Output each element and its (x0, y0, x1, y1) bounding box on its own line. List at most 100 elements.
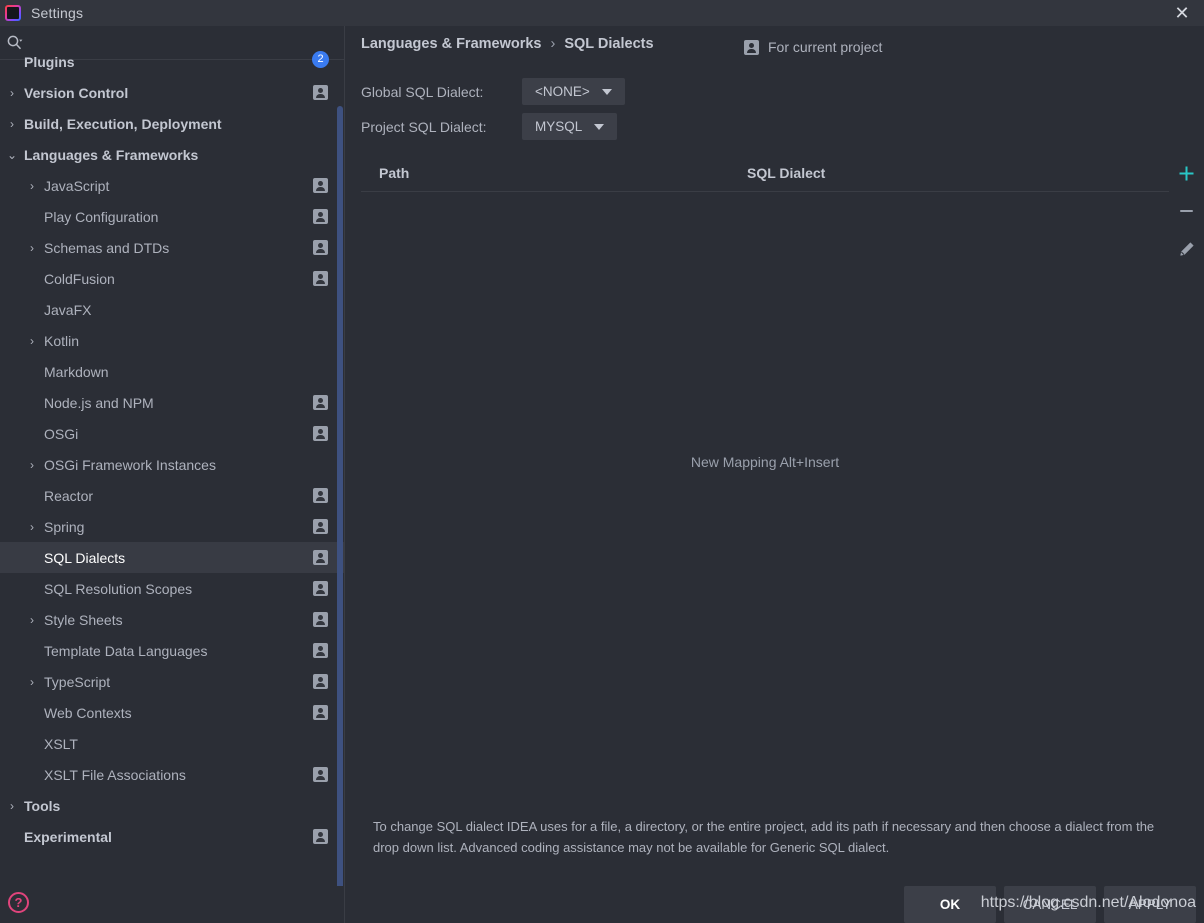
sidebar-item-label: Template Data Languages (44, 642, 208, 659)
chevron-right-icon[interactable]: › (26, 676, 38, 688)
sidebar-item-languages-frameworks[interactable]: ⌄ Languages & Frameworks (0, 139, 345, 170)
empty-state-text: New Mapping Alt+Insert (690, 454, 840, 470)
chevron-right-icon[interactable]: › (26, 242, 38, 254)
sidebar-item-label: Tools (24, 797, 61, 814)
dialog-buttons: OK CANCEL APPLY (904, 886, 1196, 923)
chevron-right-icon[interactable]: › (6, 118, 18, 130)
sidebar-item-tools[interactable]: › Tools (0, 790, 345, 821)
help-question-icon[interactable]: ? (8, 892, 29, 913)
sidebar-item-label: TypeScript (44, 673, 111, 690)
sidebar-item-spring[interactable]: › Spring (0, 511, 345, 542)
person-badge-icon (313, 767, 328, 782)
sidebar-item-xslt-file-associations[interactable]: XSLT File Associations (0, 759, 345, 790)
sidebar-item-label: XSLT (44, 735, 78, 752)
sidebar-item-coldfusion[interactable]: ColdFusion (0, 263, 345, 294)
global-sql-dialect-dropdown[interactable]: <NONE> (522, 78, 625, 105)
chevron-right-icon[interactable]: › (6, 800, 18, 812)
sidebar-item-label: XSLT File Associations (44, 766, 186, 783)
sidebar-item-javafx[interactable]: JavaFX (0, 294, 345, 325)
chevron-right-icon[interactable]: › (26, 459, 38, 471)
person-badge-icon (313, 550, 328, 565)
sidebar-item-label: SQL Dialects (44, 549, 126, 566)
sidebar-scrollbar[interactable] (337, 106, 343, 886)
chevron-right-icon[interactable]: › (26, 180, 38, 192)
breadcrumb-parent[interactable]: Languages & Frameworks (361, 36, 542, 52)
sidebar-item-label: SQL Resolution Scopes (44, 580, 193, 597)
person-badge-icon (313, 271, 328, 286)
column-header-sql-dialect[interactable]: SQL Dialect (747, 165, 825, 181)
sidebar-item-label: OSGi Framework Instances (44, 456, 216, 473)
sidebar-item-xslt[interactable]: XSLT (0, 728, 345, 759)
sidebar-item-label: Kotlin (44, 332, 80, 349)
for-current-project-text: For current project (768, 39, 883, 55)
sidebar-item-label: Play Configuration (44, 208, 159, 225)
sidebar-item-web-contexts[interactable]: Web Contexts (0, 697, 345, 728)
update-count-badge: 2 (312, 51, 329, 68)
chevron-right-icon[interactable]: › (6, 87, 18, 99)
global-sql-dialect-row: Global SQL Dialect: <NONE> (361, 78, 625, 105)
person-badge-icon (313, 829, 328, 844)
sidebar-item-label: Style Sheets (44, 611, 123, 628)
chevron-right-icon[interactable]: › (26, 335, 38, 347)
settings-sidebar: Plugins 2 › Version Control › Build, Executio… (0, 26, 345, 923)
sidebar-item-label: Build, Execution, Deployment (24, 115, 222, 132)
close-icon[interactable]: ✕ (1160, 0, 1204, 26)
table-action-buttons (1169, 154, 1204, 268)
sidebar-item-label: Schemas and DTDs (44, 239, 170, 256)
sidebar-item-sql-dialects[interactable]: SQL Dialects (0, 542, 345, 573)
person-badge-icon (313, 488, 328, 503)
sidebar-item-template-data-languages[interactable]: Template Data Languages (0, 635, 345, 666)
sidebar-item-label: Markdown (44, 363, 109, 380)
person-badge-icon (313, 395, 328, 410)
person-badge-icon (313, 178, 328, 193)
pencil-icon[interactable] (1169, 230, 1204, 268)
person-badge-icon (313, 674, 328, 689)
ok-button[interactable]: OK (904, 886, 996, 923)
project-sql-dialect-dropdown[interactable]: MYSQL (522, 113, 618, 140)
global-sql-dialect-value: <NONE> (535, 84, 590, 99)
window-title: Settings (31, 5, 84, 21)
dialect-mappings-table: Path SQL Dialect New Mapping Alt+Insert (361, 154, 1169, 814)
breadcrumb-separator-icon: › (550, 36, 556, 52)
sidebar-item-reactor[interactable]: Reactor (0, 480, 345, 511)
cancel-button[interactable]: CANCEL (1004, 886, 1096, 923)
sidebar-item-javascript[interactable]: › JavaScript (0, 170, 345, 201)
global-sql-dialect-label: Global SQL Dialect: (361, 83, 484, 100)
sidebar-item-label: Plugins (24, 53, 75, 70)
column-header-path[interactable]: Path (379, 165, 747, 181)
sidebar-item-play-configuration[interactable]: Play Configuration (0, 201, 345, 232)
sidebar-item-experimental[interactable]: Experimental (0, 821, 345, 852)
sidebar-item-markdown[interactable]: Markdown (0, 356, 345, 387)
sidebar-item-schemas-and-dtds[interactable]: › Schemas and DTDs (0, 232, 345, 263)
chevron-down-icon (601, 88, 612, 95)
sidebar-item-label: Spring (44, 518, 85, 535)
apply-button[interactable]: APPLY (1104, 886, 1196, 923)
plus-icon[interactable] (1169, 154, 1204, 192)
sidebar-item-label: Version Control (24, 84, 129, 101)
sidebar-item-osgi-framework-instances[interactable]: › OSGi Framework Instances (0, 449, 345, 480)
chevron-down-icon[interactable]: ⌄ (6, 149, 18, 161)
sidebar-item-plugins[interactable]: Plugins 2 (0, 46, 345, 77)
intellij-idea-logo-icon (5, 5, 21, 21)
sidebar-item-build-execution-deployment[interactable]: › Build, Execution, Deployment (0, 108, 345, 139)
table-body[interactable]: New Mapping Alt+Insert (361, 192, 1169, 812)
person-badge-icon (313, 85, 328, 100)
sidebar-item-typescript[interactable]: › TypeScript (0, 666, 345, 697)
sidebar-item-kotlin[interactable]: › Kotlin (0, 325, 345, 356)
person-badge-icon (313, 612, 328, 627)
chevron-right-icon[interactable]: › (26, 521, 38, 533)
sidebar-item-node-js-and-npm[interactable]: Node.js and NPM (0, 387, 345, 418)
sidebar-item-version-control[interactable]: › Version Control (0, 77, 345, 108)
chevron-right-icon[interactable]: › (26, 614, 38, 626)
person-badge-icon (313, 240, 328, 255)
sidebar-item-osgi[interactable]: OSGi (0, 418, 345, 449)
settings-tree[interactable]: Plugins 2 › Version Control › Build, Executio… (0, 46, 345, 886)
project-sql-dialect-value: MYSQL (535, 119, 583, 134)
minus-icon[interactable] (1169, 192, 1204, 230)
sidebar-item-sql-resolution-scopes[interactable]: SQL Resolution Scopes (0, 573, 345, 604)
sidebar-item-label: OSGi (44, 425, 79, 442)
person-badge-icon (313, 209, 328, 224)
person-badge-icon (313, 426, 328, 441)
title-bar: Settings ✕ (0, 0, 1204, 26)
sidebar-item-style-sheets[interactable]: › Style Sheets (0, 604, 345, 635)
